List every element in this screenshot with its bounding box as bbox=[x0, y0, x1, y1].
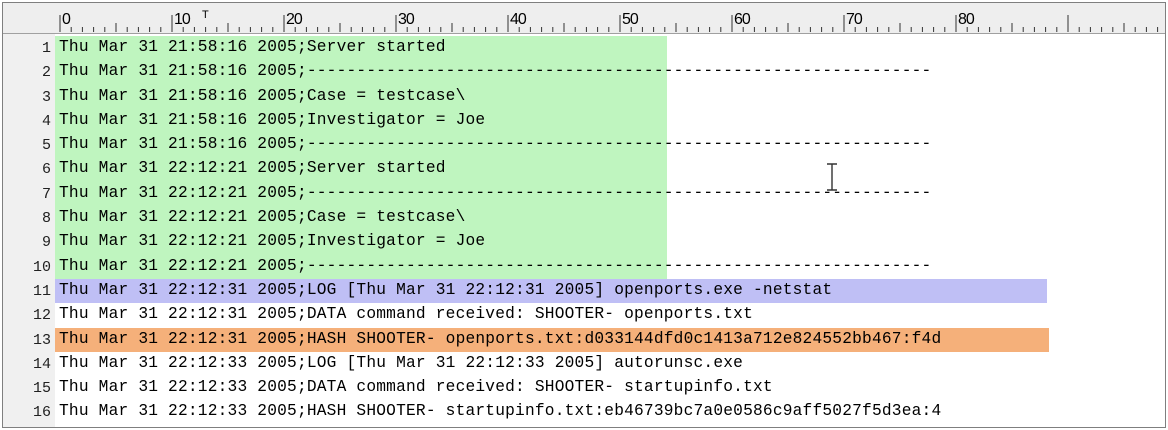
text-cursor-icon bbox=[827, 163, 837, 191]
column-ruler: 0 10 T 20 30 40 50 60 70 80 bbox=[3, 3, 1165, 34]
line-text[interactable]: Thu Mar 31 22:12:21 2005;Server started bbox=[59, 159, 446, 177]
log-line[interactable]: 12 Thu Mar 31 22:12:31 2005;DATA command … bbox=[3, 303, 1165, 327]
line-number: 2 bbox=[41, 64, 51, 82]
log-line[interactable]: 7 Thu Mar 31 22:12:21 2005;--------------… bbox=[3, 181, 1165, 207]
line-number: 15 bbox=[32, 380, 51, 398]
ruler-label-50: 50 bbox=[622, 11, 639, 28]
line-number: 3 bbox=[41, 88, 51, 106]
line-text[interactable]: Thu Mar 31 22:12:21 2005;Case = testcase… bbox=[59, 208, 465, 226]
line-number: 12 bbox=[32, 307, 51, 325]
log-line[interactable]: 16 Thu Mar 31 22:12:33 2005;HASH SHOOTER-… bbox=[3, 400, 1165, 424]
line-text[interactable]: Thu Mar 31 21:58:16 2005;Case = testcase… bbox=[59, 87, 465, 105]
line-text[interactable]: Thu Mar 31 22:12:21 2005;---------------… bbox=[59, 184, 931, 202]
line-number: 5 bbox=[41, 137, 51, 155]
log-line[interactable]: 15 Thu Mar 31 22:12:33 2005;DATA command … bbox=[3, 376, 1165, 400]
log-lines[interactable]: 1 Thu Mar 31 21:58:16 2005;Server started… bbox=[3, 36, 1165, 425]
ruler-label-70: 70 bbox=[846, 11, 863, 28]
line-number: 8 bbox=[41, 210, 51, 228]
ruler-caret-mark: T bbox=[202, 9, 209, 21]
line-text[interactable]: Thu Mar 31 21:58:16 2005;Server started bbox=[59, 38, 446, 56]
ruler-label-0: 0 bbox=[62, 11, 71, 28]
log-line[interactable]: 9 Thu Mar 31 22:12:21 2005;Investigator =… bbox=[3, 230, 1165, 255]
line-number: 4 bbox=[41, 112, 51, 130]
log-line[interactable]: 5 Thu Mar 31 21:58:16 2005;--------------… bbox=[3, 133, 1165, 158]
log-line[interactable]: 6 Thu Mar 31 22:12:21 2005;Server started bbox=[3, 157, 1165, 182]
log-line[interactable]: 2 Thu Mar 31 21:58:16 2005;--------------… bbox=[3, 60, 1165, 85]
line-text[interactable]: Thu Mar 31 22:12:33 2005;DATA command re… bbox=[59, 378, 773, 396]
ruler-label-30: 30 bbox=[398, 11, 415, 28]
line-text[interactable]: Thu Mar 31 22:12:21 2005;Investigator = … bbox=[59, 232, 485, 250]
line-text[interactable]: Thu Mar 31 22:12:31 2005;HASH SHOOTER- o… bbox=[59, 330, 941, 348]
log-line[interactable]: 3 Thu Mar 31 21:58:16 2005;Case = testcas… bbox=[3, 84, 1165, 109]
ruler-label-80: 80 bbox=[958, 11, 975, 28]
ruler-label-60: 60 bbox=[734, 11, 751, 28]
line-number: 16 bbox=[32, 404, 51, 422]
line-text[interactable]: Thu Mar 31 22:12:33 2005;LOG [Thu Mar 31… bbox=[59, 354, 743, 372]
line-text[interactable]: Thu Mar 31 21:58:16 2005;---------------… bbox=[59, 135, 931, 153]
log-viewer[interactable]: 0 10 T 20 30 40 50 60 70 80 1 Thu Mar 31 … bbox=[2, 2, 1166, 428]
ruler-label-10: 10 bbox=[174, 11, 191, 28]
line-text[interactable]: Thu Mar 31 22:12:33 2005;HASH SHOOTER- s… bbox=[59, 402, 941, 420]
line-text[interactable]: Thu Mar 31 22:12:21 2005;---------------… bbox=[59, 257, 931, 275]
line-number: 11 bbox=[32, 282, 51, 300]
log-line[interactable]: 13 Thu Mar 31 22:12:31 2005;HASH SHOOTER-… bbox=[3, 327, 1165, 352]
line-number: 13 bbox=[32, 331, 51, 349]
ruler-label-40: 40 bbox=[510, 11, 527, 28]
ruler-label-20: 20 bbox=[286, 11, 303, 28]
line-number: 7 bbox=[41, 185, 51, 203]
log-line[interactable]: 14 Thu Mar 31 22:12:33 2005;LOG [Thu Mar … bbox=[3, 352, 1165, 376]
line-number: 9 bbox=[41, 234, 51, 252]
line-number: 6 bbox=[41, 161, 51, 179]
line-number: 1 bbox=[41, 40, 51, 57]
line-number: 14 bbox=[32, 355, 51, 373]
line-text[interactable]: Thu Mar 31 22:12:31 2005;LOG [Thu Mar 31… bbox=[59, 281, 832, 299]
log-line[interactable]: 11 Thu Mar 31 22:12:31 2005;LOG [Thu Mar … bbox=[3, 278, 1165, 304]
log-line[interactable]: 4 Thu Mar 31 21:58:16 2005;Investigator =… bbox=[3, 108, 1165, 134]
log-line[interactable]: 8 Thu Mar 31 22:12:21 2005;Case = testcas… bbox=[3, 206, 1165, 231]
line-text[interactable]: Thu Mar 31 21:58:16 2005;---------------… bbox=[59, 62, 931, 80]
line-number: 10 bbox=[32, 258, 51, 276]
log-line[interactable]: 10 Thu Mar 31 22:12:21 2005;-------------… bbox=[3, 254, 1165, 279]
line-text[interactable]: Thu Mar 31 21:58:16 2005;Investigator = … bbox=[59, 111, 485, 129]
log-line[interactable]: 1 Thu Mar 31 21:58:16 2005;Server started bbox=[3, 36, 1165, 61]
line-text[interactable]: Thu Mar 31 22:12:31 2005;DATA command re… bbox=[59, 305, 753, 323]
